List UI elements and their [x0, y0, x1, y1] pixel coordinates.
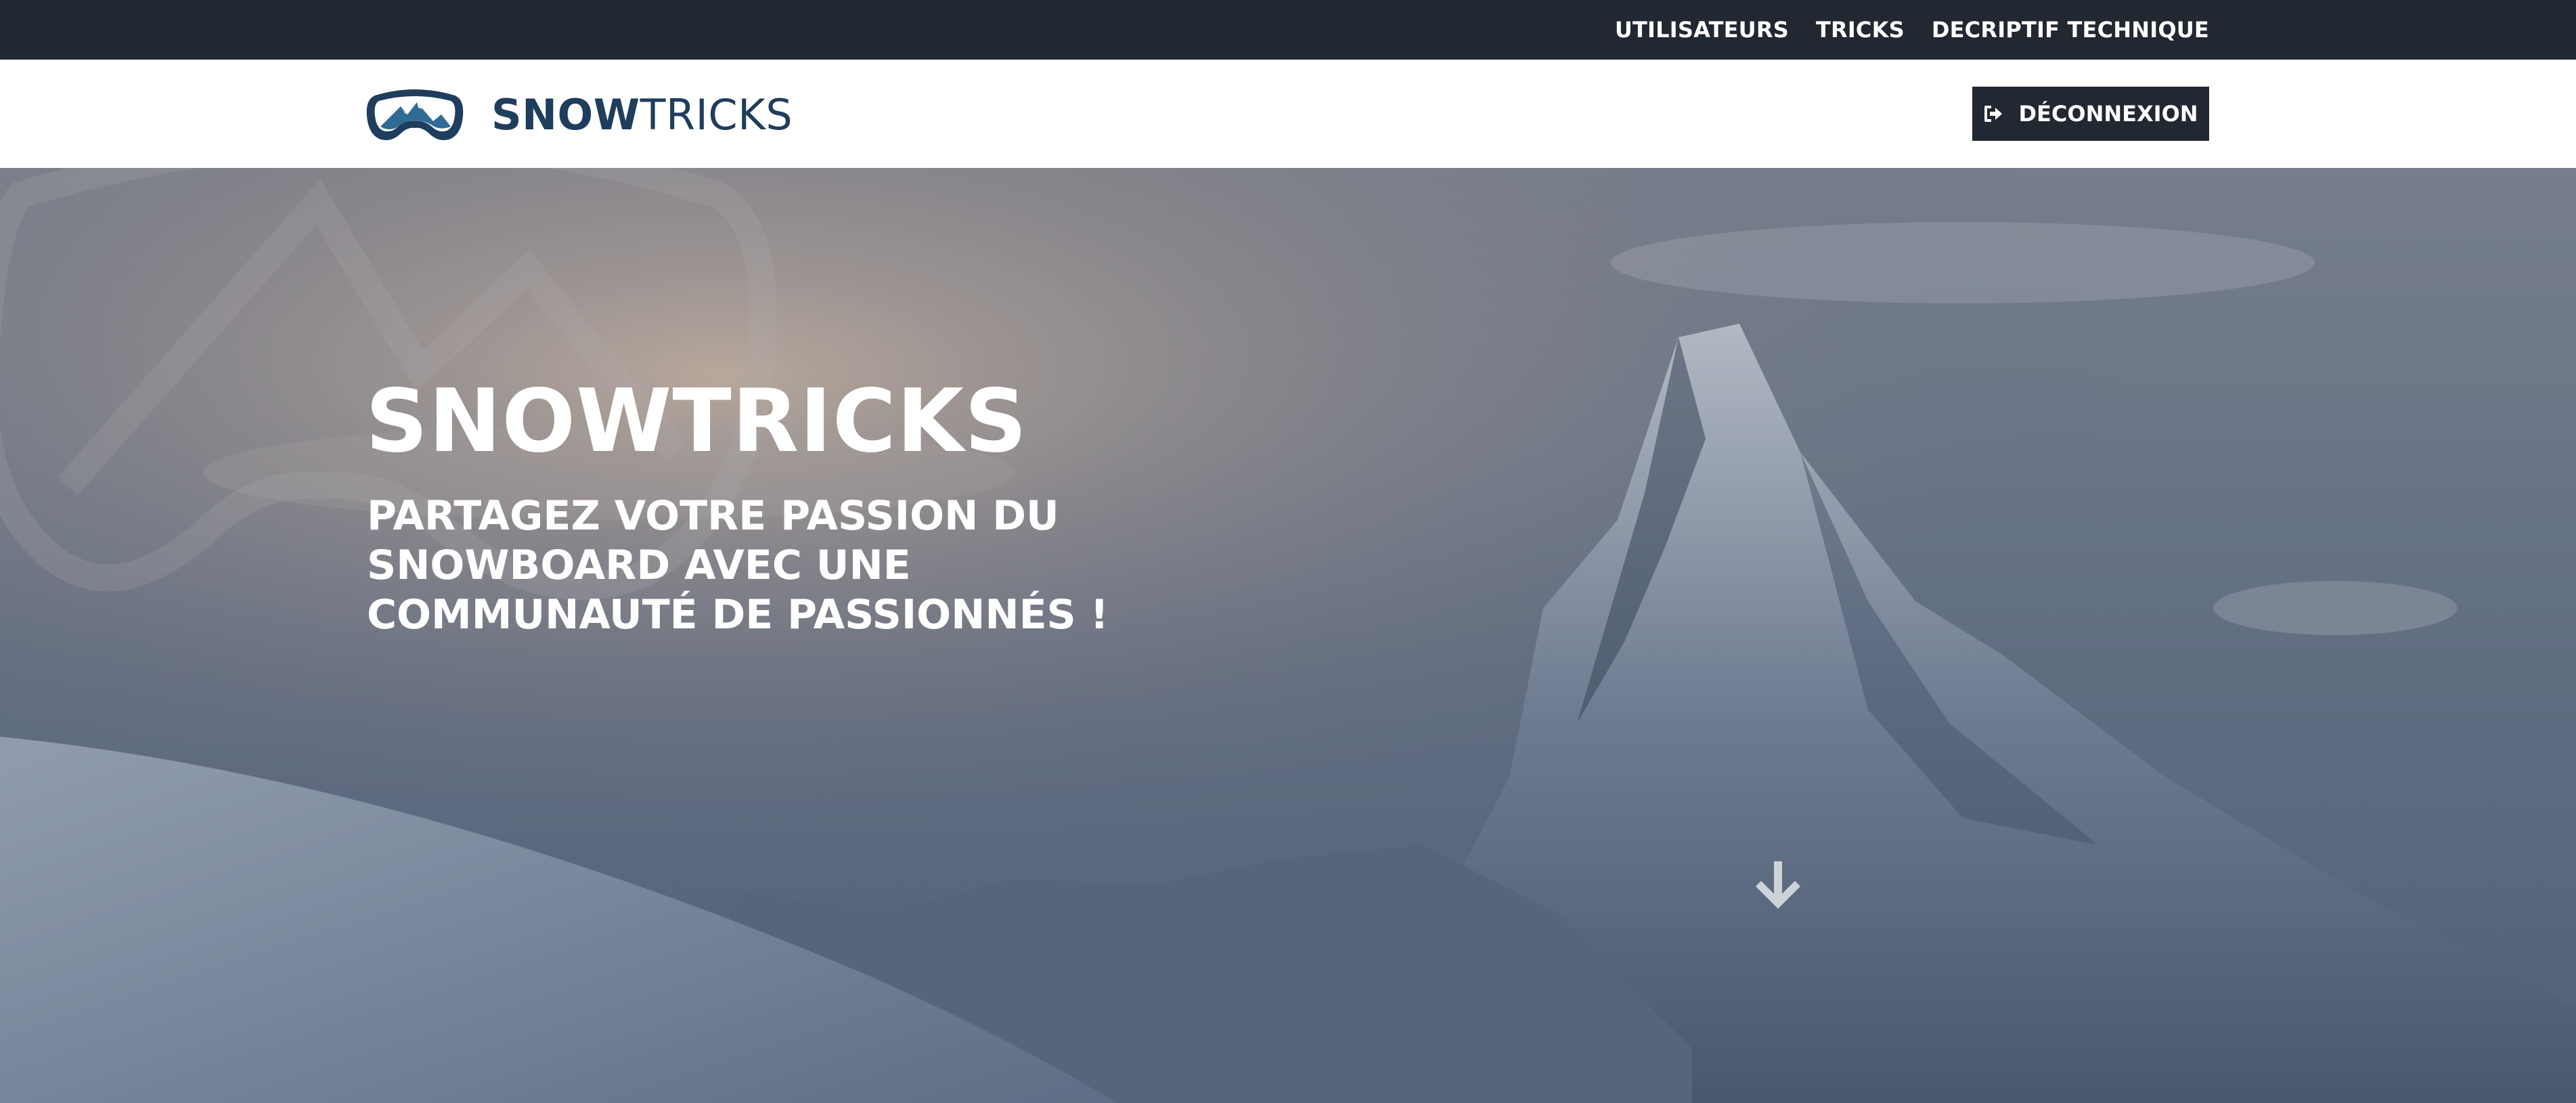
nav-link-tricks[interactable]: TRICKS	[1816, 17, 1905, 43]
brand-name-bold: SNOW	[491, 89, 640, 139]
brand-logo-link[interactable]: SNOWTRICKS	[365, 84, 793, 145]
hero-subtitle: PARTAGEZ VOTRE PASSION DU SNOWBOARD AVEC…	[367, 492, 1109, 639]
brand-name: SNOWTRICKS	[491, 90, 793, 139]
nav-link-utilisateurs[interactable]: UTILISATEURS	[1615, 17, 1789, 43]
brand-name-light: TRICKS	[640, 89, 793, 139]
hero-section: SNOWTRICKS PARTAGEZ VOTRE PASSION DU SNO…	[0, 168, 2576, 1103]
nav-link-decriptif-technique[interactable]: DECRIPTIF TECHNIQUE	[1932, 17, 2209, 43]
hero-title: SNOWTRICKS	[365, 371, 1028, 472]
sign-out-icon	[1984, 106, 2003, 122]
site-header: SNOWTRICKS DÉCONNEXION	[0, 60, 2576, 168]
scroll-down-button[interactable]	[1753, 859, 1803, 913]
top-nav: UTILISATEURS TRICKS DECRIPTIF TECHNIQUE	[1615, 0, 2209, 60]
arrow-down-icon	[1756, 861, 1800, 909]
logout-button[interactable]: DÉCONNEXION	[1972, 87, 2209, 141]
goggles-mountain-logo-icon	[366, 89, 464, 140]
top-bar: UTILISATEURS TRICKS DECRIPTIF TECHNIQUE	[0, 0, 2576, 60]
logout-label: DÉCONNEXION	[2018, 101, 2198, 127]
